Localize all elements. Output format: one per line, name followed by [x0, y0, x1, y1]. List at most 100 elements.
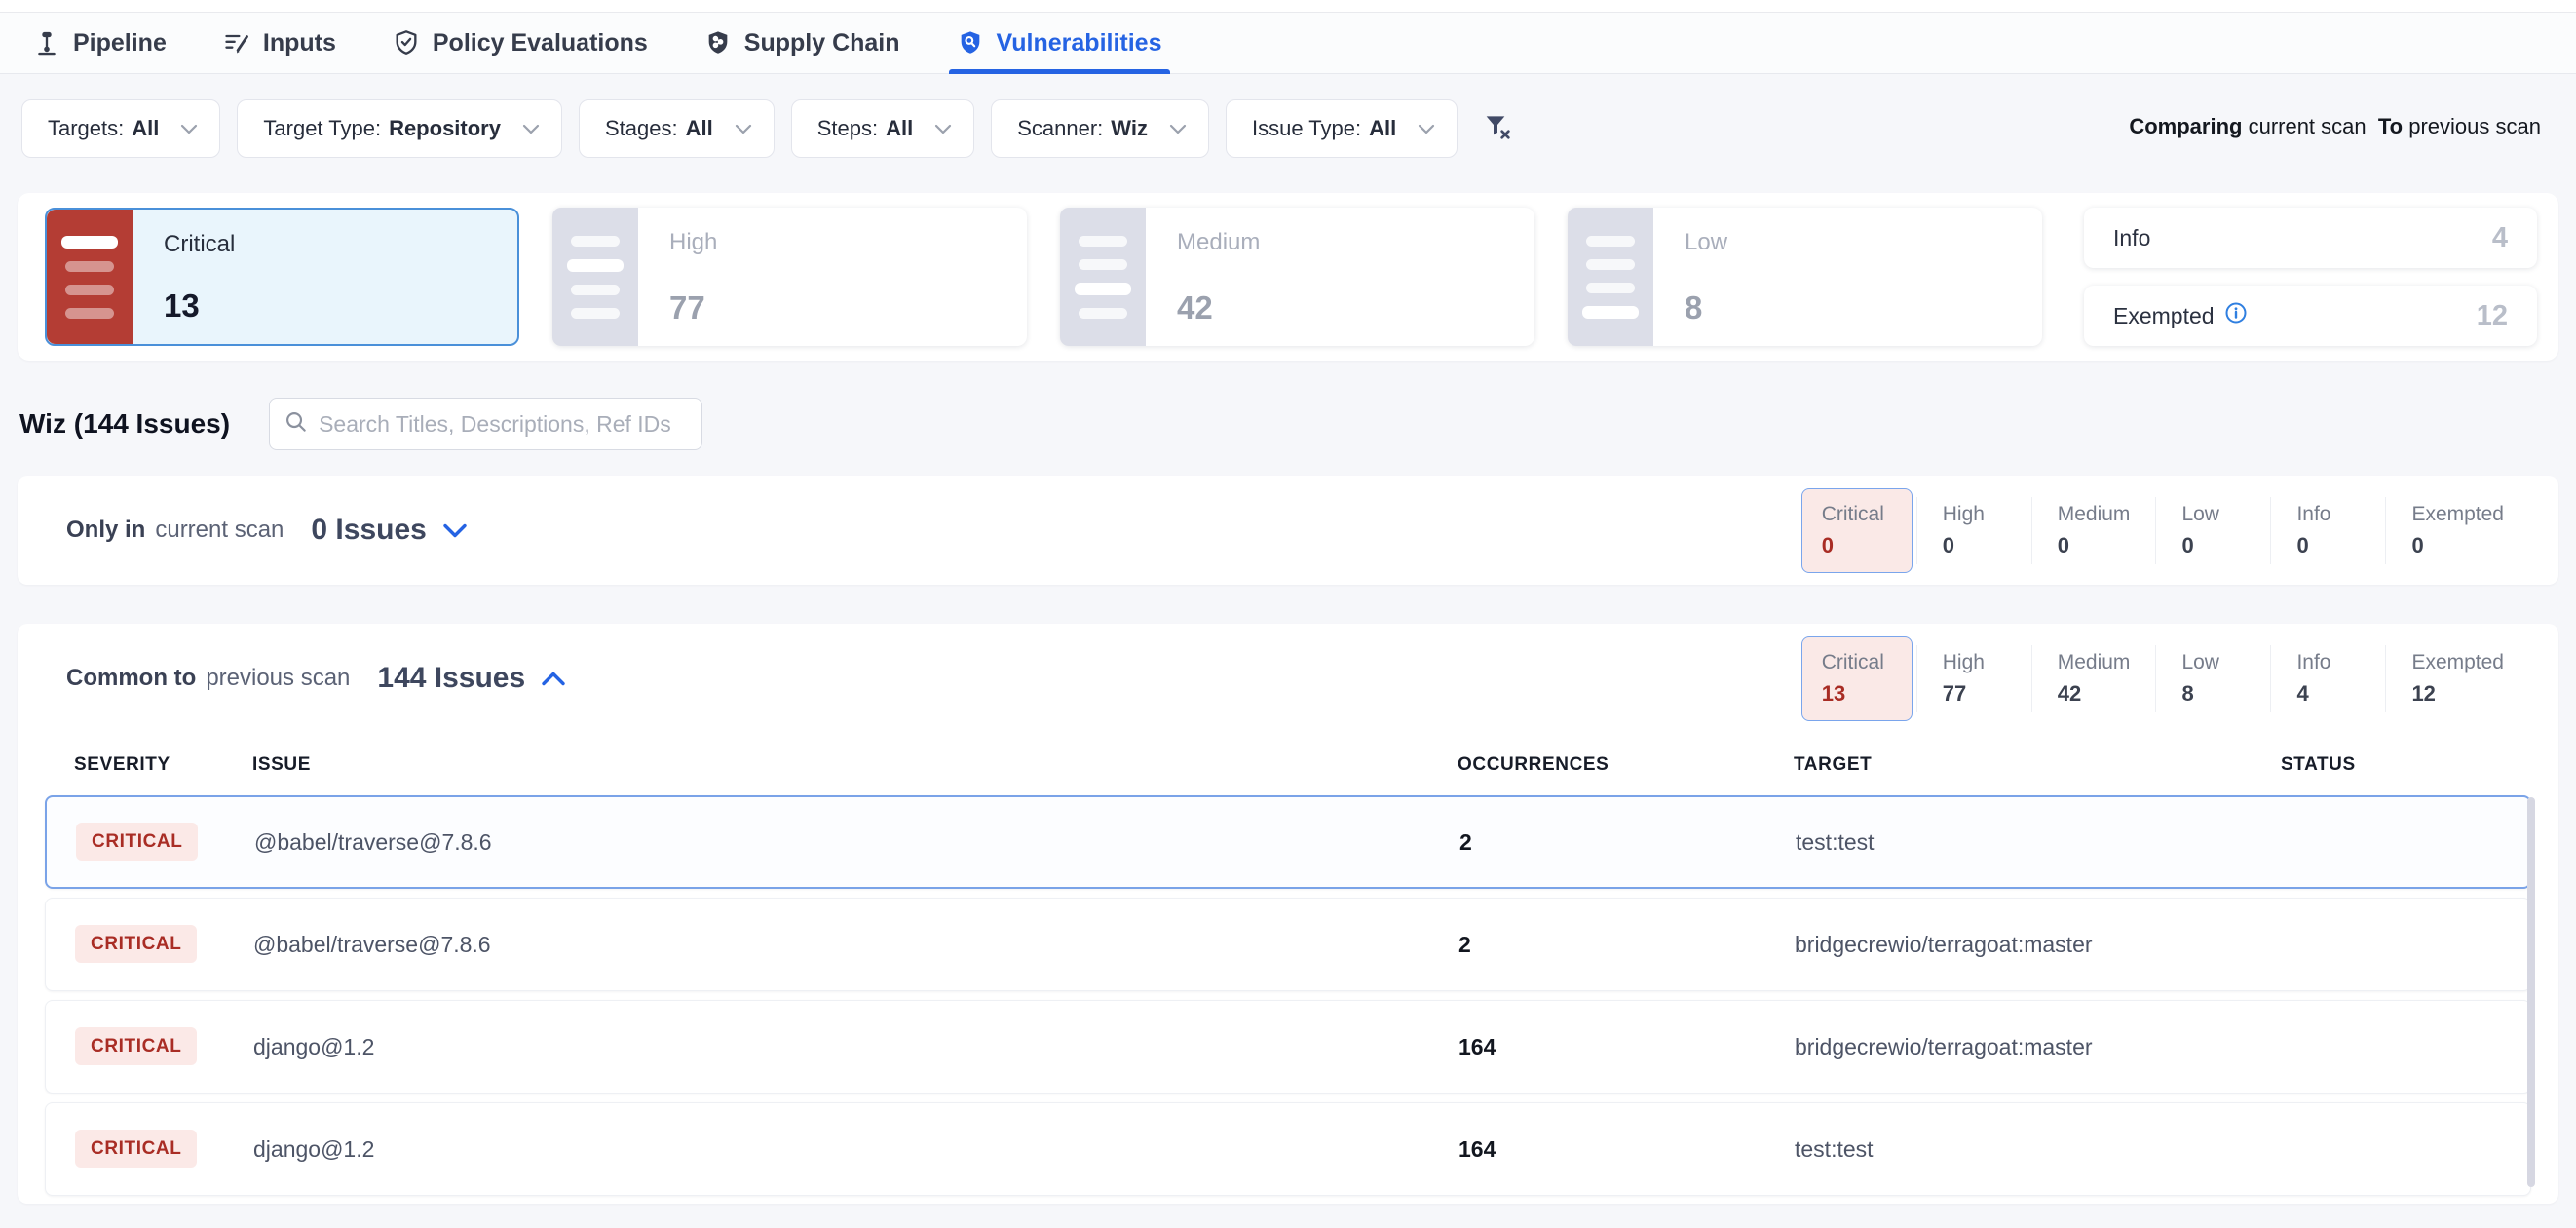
severity-card-medium[interactable]: Medium 42 [1060, 208, 1534, 346]
tab-vulnerabilities[interactable]: Vulnerabilities [957, 13, 1162, 73]
severity-level-icon [47, 210, 133, 344]
target-cell: bridgecrewio/terragoat:master [1795, 1034, 2282, 1060]
table-row[interactable]: CRITICAL django@1.2 164 bridgecrewio/ter… [45, 1000, 2531, 1094]
severity-card-count: 8 [1685, 289, 1727, 326]
col-header-severity: SEVERITY [74, 754, 252, 776]
table-row[interactable]: CRITICAL @babel/traverse@7.8.6 2 test:te… [45, 795, 2531, 889]
chip-count: 0 [2411, 533, 2504, 558]
scanner-heading: Wiz (144 Issues) [19, 408, 230, 440]
chevron-down-icon [934, 124, 952, 134]
chip-label: Info [2296, 503, 2360, 526]
issue-cell: django@1.2 [253, 1136, 1458, 1163]
comparison-bold: To [2378, 114, 2403, 138]
col-header-issue: ISSUE [252, 754, 1458, 776]
comparison-note: Comparing current scan To previous scan [2129, 114, 2541, 139]
issues-table: SEVERITY ISSUE OCCURRENCES TARGET STATUS… [18, 733, 2558, 1196]
info-card[interactable]: Info 4 [2084, 208, 2537, 268]
severity-card-label: Low [1685, 229, 1727, 256]
exempted-card[interactable]: Exempted 12 [2084, 286, 2537, 346]
col-header-target: TARGET [1794, 754, 2281, 776]
severity-chips: Critical 0 High 0 Medium 0 Low 0 Info 0 … [1801, 488, 2529, 573]
only-in-issues-toggle[interactable]: 0 Issues [311, 514, 467, 547]
occurrences-cell: 164 [1458, 1136, 1795, 1163]
chip-count: 42 [2058, 681, 2131, 707]
target-cell: bridgecrewio/terragoat:master [1795, 932, 2282, 958]
severity-card-high[interactable]: High 77 [552, 208, 1027, 346]
filter-label: Targets: [48, 116, 124, 141]
policy-shield-check-icon [393, 29, 420, 57]
info-circle-icon[interactable] [2224, 301, 2248, 330]
tab-inputs[interactable]: Inputs [223, 13, 336, 73]
chip-medium[interactable]: Medium 0 [2031, 497, 2156, 564]
filter-targets[interactable]: Targets: All [21, 99, 220, 158]
supply-chain-shield-icon [704, 29, 732, 57]
chip-low[interactable]: Low 8 [2155, 645, 2270, 712]
filter-target-type[interactable]: Target Type: Repository [237, 99, 562, 158]
filter-label: Steps: [817, 116, 878, 141]
clear-filters-button[interactable] [1482, 111, 1513, 147]
severity-level-icon [1568, 208, 1653, 346]
vulnerabilities-shield-icon [957, 29, 984, 57]
filter-stages[interactable]: Stages: All [579, 99, 775, 158]
common-issues-toggle[interactable]: 144 Issues [377, 662, 566, 695]
tab-policy-evaluations[interactable]: Policy Evaluations [393, 13, 648, 73]
chip-count: 8 [2181, 681, 2245, 707]
issue-cell: django@1.2 [253, 1034, 1458, 1060]
chip-label: Critical [1822, 651, 1892, 674]
severity-card-low[interactable]: Low 8 [1568, 208, 2042, 346]
table-row[interactable]: CRITICAL django@1.2 164 test:test [45, 1102, 2531, 1196]
comparison-text: current scan [2249, 114, 2367, 138]
chip-critical[interactable]: Critical 0 [1801, 488, 1913, 573]
chip-low[interactable]: Low 0 [2155, 497, 2270, 564]
vertical-scrollbar[interactable] [2527, 797, 2535, 1187]
tab-supply-chain[interactable]: Supply Chain [704, 13, 900, 73]
chip-count: 0 [1822, 533, 1892, 558]
chip-critical[interactable]: Critical 13 [1801, 636, 1913, 721]
filter-label: Stages: [605, 116, 678, 141]
filter-value: All [686, 116, 713, 141]
chip-medium[interactable]: Medium 42 [2031, 645, 2156, 712]
chip-info[interactable]: Info 4 [2270, 645, 2385, 712]
filter-scanner[interactable]: Scanner: Wiz [991, 99, 1209, 158]
chip-count: 0 [2296, 533, 2360, 558]
filter-label: Issue Type: [1252, 116, 1361, 141]
comparison-text: previous scan [2408, 114, 2541, 138]
search-input[interactable] [319, 411, 688, 438]
inputs-icon [223, 29, 250, 57]
pipeline-icon [33, 29, 60, 57]
tab-label: Inputs [263, 29, 336, 58]
section-title-rest: current scan [155, 517, 284, 544]
severity-summary-band: Critical 13 High 77 Medium 42 Low 8 [18, 193, 2558, 361]
info-card-count: 4 [2492, 222, 2508, 254]
severity-card-critical[interactable]: Critical 13 [45, 208, 519, 346]
common-to-previous-scan-section: Common to previous scan 144 Issues Criti… [18, 624, 2558, 1204]
section-title: Only in current scan [66, 517, 284, 544]
filter-issue-type[interactable]: Issue Type: All [1226, 99, 1458, 158]
issue-cell: @babel/traverse@7.8.6 [254, 829, 1459, 856]
table-row[interactable]: CRITICAL @babel/traverse@7.8.6 2 bridgec… [45, 898, 2531, 991]
tab-label: Supply Chain [744, 29, 900, 58]
chip-exempted[interactable]: Exempted 12 [2385, 645, 2529, 712]
severity-card-label: Medium [1177, 229, 1260, 256]
severity-card-label: Critical [164, 231, 235, 258]
tab-label: Policy Evaluations [433, 29, 648, 58]
severity-badge: CRITICAL [75, 1027, 197, 1065]
comparison-bold: Comparing [2129, 114, 2242, 138]
chip-count: 0 [1943, 533, 2006, 558]
exempted-card-label: Exempted [2113, 303, 2215, 329]
chevron-down-icon [735, 124, 752, 134]
tab-bar: Pipeline Inputs Policy Evaluations [0, 13, 2576, 74]
chip-high[interactable]: High 77 [1916, 645, 2031, 712]
tab-pipeline[interactable]: Pipeline [33, 13, 167, 73]
chevron-down-icon [1169, 124, 1187, 134]
chip-info[interactable]: Info 0 [2270, 497, 2385, 564]
filter-steps[interactable]: Steps: All [791, 99, 975, 158]
filter-value: Repository [389, 116, 501, 141]
chip-label: Medium [2058, 503, 2131, 526]
section-title-bold: Only in [66, 517, 145, 544]
filter-label: Target Type: [263, 116, 381, 141]
severity-badge: CRITICAL [76, 823, 198, 861]
chip-exempted[interactable]: Exempted 0 [2385, 497, 2529, 564]
chip-high[interactable]: High 0 [1916, 497, 2031, 564]
filter-x-icon [1482, 111, 1513, 147]
